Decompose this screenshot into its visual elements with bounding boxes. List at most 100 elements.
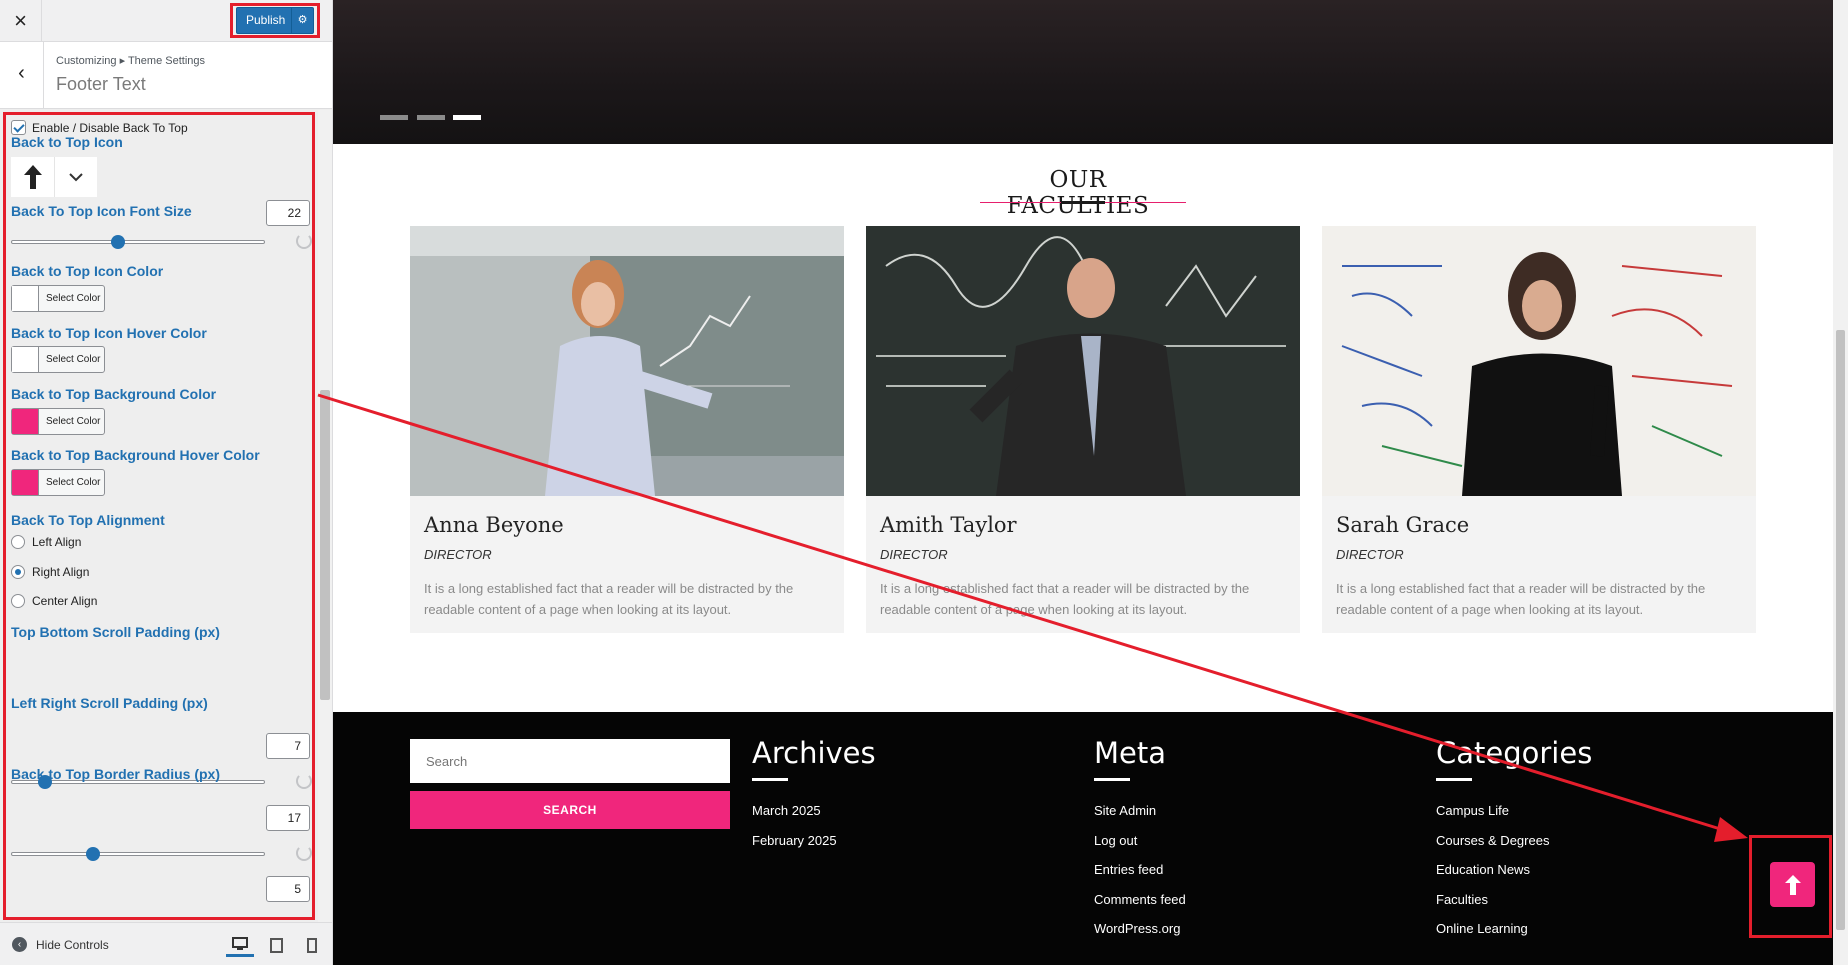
faculty-name[interactable]: Sarah Grace (1336, 513, 1469, 537)
meta-link[interactable]: Comments feed (1094, 892, 1186, 922)
reset-icon[interactable] (296, 845, 312, 861)
gear-icon[interactable]: ⚙ (291, 8, 313, 33)
faculty-name[interactable]: Amith Taylor (880, 513, 1017, 537)
select-color-label: Select Color (46, 293, 101, 304)
bg-color-button[interactable]: Select Color (11, 408, 105, 435)
color-swatch (12, 347, 39, 372)
slider-dot[interactable] (380, 115, 408, 120)
icon-color-button[interactable]: Select Color (11, 285, 105, 312)
slider-dot[interactable] (417, 115, 445, 120)
select-color-label: Select Color (46, 354, 101, 365)
back-to-top-button[interactable] (1770, 862, 1815, 907)
icon-color-label: Back to Top Icon Color (11, 263, 164, 279)
footer-meta: Meta Site Admin Log out Entries feed Com… (1094, 736, 1186, 951)
reset-icon[interactable] (296, 233, 312, 249)
breadcrumb: Customizing ▸ Theme Settings (56, 55, 205, 67)
meta-title: Meta (1094, 736, 1167, 770)
radio-label: Right Align (32, 565, 90, 579)
collapse-icon: ‹ (12, 937, 27, 952)
slider-knob[interactable] (110, 235, 125, 249)
footer-archives: Archives March 2025 February 2025 (752, 736, 876, 862)
icon-hover-color-button[interactable]: Select Color (11, 346, 105, 373)
meta-link[interactable]: Log out (1094, 833, 1186, 863)
faculty-photo (866, 226, 1300, 496)
radio-left-align[interactable]: Left Align (11, 535, 81, 549)
preview-scrollbar[interactable] (1833, 0, 1848, 965)
archive-link[interactable]: February 2025 (752, 833, 876, 863)
radio-button[interactable] (11, 535, 25, 549)
faculty-role: DIRECTOR (424, 547, 492, 562)
categories-title: Categories (1436, 736, 1593, 770)
radio-right-align[interactable]: Right Align (11, 565, 89, 579)
arrow-up-icon (11, 157, 55, 197)
hero-slider (333, 0, 1833, 144)
site-preview: OUR FACULTIES Anna Beyone DIRECTOR It is… (333, 0, 1833, 965)
font-size-slider[interactable] (11, 235, 265, 249)
radio-center-align[interactable]: Center Align (11, 594, 97, 608)
scrollbar-thumb[interactable] (1836, 330, 1845, 930)
desktop-preview-icon[interactable] (226, 933, 254, 957)
scrollbar-thumb[interactable] (320, 390, 330, 700)
tb-padding-label: Top Bottom Scroll Padding (px) (11, 624, 220, 640)
panel-footer: ‹ Hide Controls (0, 922, 332, 965)
controls-list: Enable / Disable Back To Top Back to Top… (0, 110, 318, 922)
select-color-label: Select Color (46, 477, 101, 488)
footer-categories: Categories Campus Life Courses & Degrees… (1436, 736, 1592, 951)
faculty-desc: It is a long established fact that a rea… (424, 581, 794, 617)
publish-button[interactable]: Publish ⚙ (236, 7, 314, 34)
tb-padding-input[interactable]: 7 (266, 733, 310, 759)
category-link[interactable]: Campus Life (1436, 803, 1592, 833)
meta-link[interactable]: Site Admin (1094, 803, 1186, 833)
section-title: OUR FACULTIES (1006, 167, 1150, 219)
color-swatch (12, 286, 39, 311)
slider-dot-active[interactable] (453, 115, 481, 120)
close-button[interactable]: × (0, 0, 42, 42)
archives-title: Archives (752, 736, 876, 770)
enable-back-to-top-checkbox[interactable]: Enable / Disable Back To Top (11, 120, 188, 135)
category-link[interactable]: Education News (1436, 862, 1592, 892)
mobile-preview-icon[interactable] (298, 933, 326, 957)
radio-button[interactable] (11, 565, 25, 579)
reset-icon[interactable] (296, 773, 312, 789)
back-button[interactable]: ‹ (0, 42, 44, 108)
meta-link[interactable]: WordPress.org (1094, 921, 1186, 951)
search-input[interactable] (410, 739, 730, 783)
color-swatch (12, 470, 39, 495)
faculty-name[interactable]: Anna Beyone (424, 513, 564, 537)
category-link[interactable]: Faculties (1436, 892, 1592, 922)
checkbox-label: Enable / Disable Back To Top (32, 120, 188, 135)
faculty-card[interactable]: Amith Taylor DIRECTOR It is a long estab… (866, 226, 1300, 633)
panel-scrollbar[interactable] (318, 110, 332, 922)
chevron-left-icon: ‹ (18, 62, 25, 84)
section-title: Footer Text (56, 74, 146, 94)
category-link[interactable]: Online Learning (1436, 921, 1592, 951)
arrow-up-icon (1784, 874, 1801, 895)
bg-hover-color-button[interactable]: Select Color (11, 469, 105, 496)
lr-padding-slider[interactable] (11, 847, 265, 861)
heading-underline (1094, 778, 1130, 781)
faculty-card[interactable]: Sarah Grace DIRECTOR It is a long establ… (1322, 226, 1756, 633)
radius-input[interactable]: 5 (266, 876, 310, 902)
font-size-input[interactable]: 22 (266, 200, 310, 226)
lr-padding-input[interactable]: 17 (266, 805, 310, 831)
customizer-panel: × Publish ⚙ ‹ Customizing ▸ Theme Settin… (0, 0, 333, 965)
select-color-label: Select Color (46, 416, 101, 427)
faculty-card[interactable]: Anna Beyone DIRECTOR It is a long establ… (410, 226, 844, 633)
slider-knob[interactable] (85, 847, 100, 861)
tablet-preview-icon[interactable] (262, 933, 290, 957)
faculty-role: DIRECTOR (880, 547, 948, 562)
category-link[interactable]: Courses & Degrees (1436, 833, 1592, 863)
faculty-photo (1322, 226, 1756, 496)
hide-controls-button[interactable]: ‹ Hide Controls (12, 937, 109, 952)
chevron-down-icon[interactable] (55, 157, 97, 197)
meta-link[interactable]: Entries feed (1094, 862, 1186, 892)
search-button[interactable]: SEARCH (410, 791, 730, 829)
checkbox-checked[interactable] (11, 120, 26, 135)
faculty-desc: It is a long established fact that a rea… (880, 581, 1250, 617)
radio-button[interactable] (11, 594, 25, 608)
bg-hover-color-label: Back to Top Background Hover Color (11, 447, 260, 463)
heading-underline (752, 778, 788, 781)
publish-label: Publish (246, 13, 286, 27)
archive-link[interactable]: March 2025 (752, 803, 876, 833)
icon-picker[interactable] (11, 157, 97, 197)
